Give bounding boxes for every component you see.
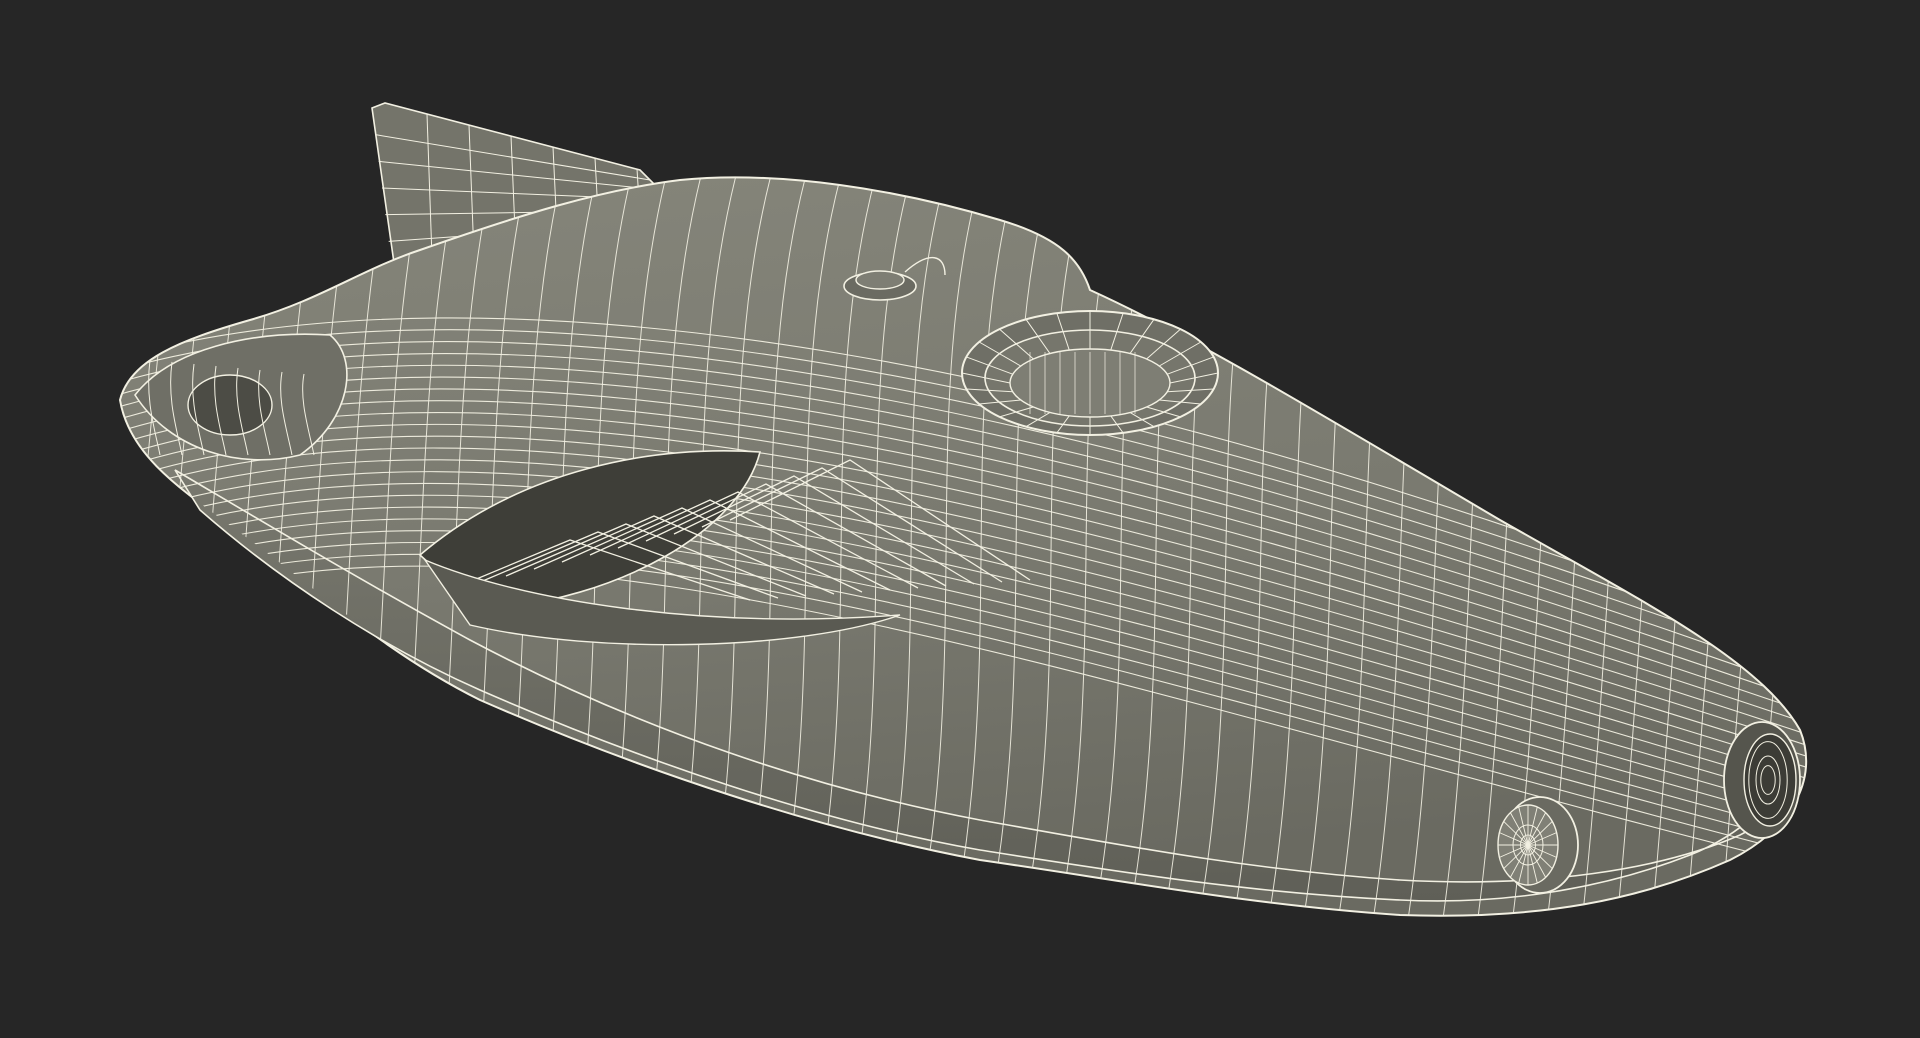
model-canvas bbox=[118, 102, 1808, 917]
top-hatch bbox=[961, 310, 1219, 436]
wire-edge bbox=[179, 177, 251, 916]
3d-viewport[interactable] bbox=[0, 0, 1920, 1038]
wire-edge bbox=[144, 177, 216, 916]
wire-edge bbox=[120, 177, 181, 916]
nose-thruster bbox=[1723, 721, 1801, 839]
